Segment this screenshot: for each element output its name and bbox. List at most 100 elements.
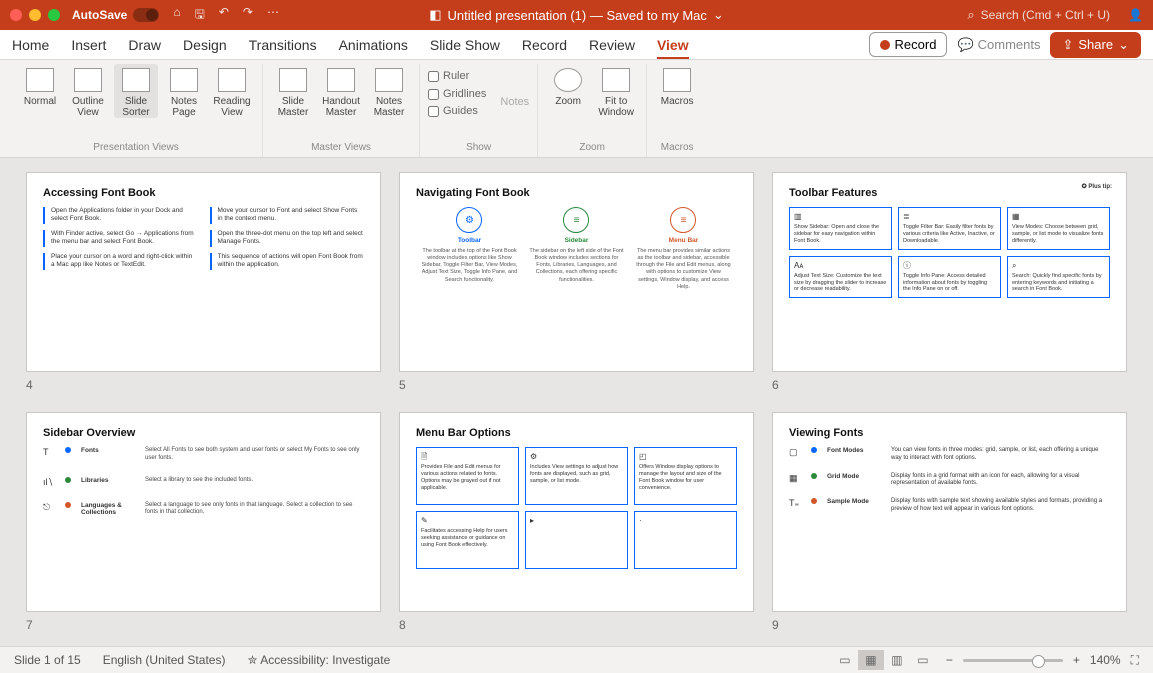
accessibility-status[interactable]: ✮ Accessibility: Investigate <box>247 653 390 667</box>
language[interactable]: English (United States) <box>103 653 226 667</box>
viewing-row: T₌Sample ModeDisplay fonts with sample t… <box>789 498 1110 514</box>
normal-view-button[interactable]: Normal <box>18 64 62 107</box>
slide-thumb-4[interactable]: Accessing Font Book Open the Application… <box>26 172 381 392</box>
document-title[interactable]: ◧ Untitled presentation (1) — Saved to m… <box>429 7 724 23</box>
home-icon[interactable]: ⌂ <box>173 5 180 26</box>
ribbon: Normal Outline View Slide Sorter Notes P… <box>0 60 1153 158</box>
toggle-switch-icon[interactable] <box>133 8 159 22</box>
ruler-checkbox[interactable]: Ruler <box>428 68 486 86</box>
tab-review[interactable]: Review <box>589 37 635 53</box>
zoom-out-button[interactable]: − <box>946 653 953 667</box>
autosave-label: AutoSave <box>72 8 127 22</box>
record-button[interactable]: Record <box>869 32 948 57</box>
search-field[interactable]: ⌕ Search (Cmd + Ctrl + U) <box>967 7 1110 23</box>
slide-thumb-6[interactable]: ✪ Plus tip: Toolbar Features ▥Show Sideb… <box>772 172 1127 392</box>
list-icon: ≡ <box>563 207 589 233</box>
slide-number: 8 <box>399 618 754 632</box>
minimize-window[interactable] <box>29 9 41 21</box>
view-mode-buttons: ▭ ▦ ▥ ▭ <box>832 650 936 670</box>
notes-master-button[interactable]: Notes Master <box>367 64 411 118</box>
gear-icon: ⚙ <box>456 207 482 233</box>
list-item: With Finder active, select Go → Applicat… <box>43 230 198 247</box>
menu-cell: 🗎Provides File and Edit menus for variou… <box>416 447 519 505</box>
more-icon[interactable]: ⋯ <box>267 5 279 26</box>
list-item: Move your cursor to Font and select Show… <box>210 207 365 224</box>
tab-home[interactable]: Home <box>12 37 49 53</box>
redo-icon[interactable]: ↷ <box>243 5 253 26</box>
notes-button[interactable]: Notes <box>500 96 529 108</box>
tab-design[interactable]: Design <box>183 37 227 53</box>
color-dot-icon <box>811 498 817 504</box>
save-icon[interactable]: 🖫 <box>195 5 205 26</box>
chevron-down-icon[interactable]: ⌄ <box>713 7 724 23</box>
row-icon: T₌ <box>789 498 801 509</box>
slide-thumb-8[interactable]: Menu Bar Options 🗎Provides File and Edit… <box>399 412 754 632</box>
cell-icon: ✎ <box>421 516 514 526</box>
feature-icon: ⌕ <box>1012 261 1105 271</box>
maximize-window[interactable] <box>48 9 60 21</box>
share-icon: ⇪ <box>1062 37 1073 53</box>
slideshow-view-icon[interactable]: ▭ <box>910 650 936 670</box>
reading-view-button[interactable]: Reading View <box>210 64 254 118</box>
row-icon: ıl∖ <box>43 477 55 488</box>
menu-cell: · <box>634 511 737 569</box>
slide-sorter-button[interactable]: Slide Sorter <box>114 64 158 118</box>
slide-thumb-9[interactable]: Viewing Fonts ▢Font ModesYou can view fo… <box>772 412 1127 632</box>
menu-cell: ⚙Includes View settings to adjust how fo… <box>525 447 628 505</box>
zoom-button[interactable]: Zoom <box>546 64 590 107</box>
menu-icon: ≡ <box>670 207 696 233</box>
fit-to-window-icon[interactable]: ⛶ <box>1131 653 1139 668</box>
notes-page-button[interactable]: Notes Page <box>162 64 206 118</box>
slide-thumb-7[interactable]: Sidebar Overview TFontsSelect All Fonts … <box>26 412 381 632</box>
slide-count[interactable]: Slide 1 of 15 <box>14 653 81 667</box>
row-label: Languages & Collections <box>81 502 135 516</box>
zoom-in-button[interactable]: + <box>1073 653 1080 667</box>
sorter-view-icon[interactable]: ▦ <box>858 650 884 670</box>
status-bar: Slide 1 of 15 English (United States) ✮ … <box>0 646 1153 673</box>
gridlines-checkbox[interactable]: Gridlines <box>428 86 486 104</box>
tab-view[interactable]: View <box>657 37 689 59</box>
slide-number: 6 <box>772 378 1127 392</box>
macros-button[interactable]: Macros <box>655 64 699 107</box>
plus-tip-label: ✪ Plus tip: <box>1082 183 1112 190</box>
slide-number: 4 <box>26 378 381 392</box>
color-dot-icon <box>811 473 817 479</box>
tab-insert[interactable]: Insert <box>71 37 106 53</box>
zoom-slider[interactable] <box>963 659 1063 662</box>
color-dot-icon <box>65 477 71 483</box>
slide-thumb-5[interactable]: Navigating Font Book ⚙ToolbarThe toolbar… <box>399 172 754 392</box>
tab-record[interactable]: Record <box>522 37 567 53</box>
feature-icon: ▦ <box>1012 212 1105 222</box>
slide-title: Accessing Font Book <box>43 187 364 199</box>
tab-draw[interactable]: Draw <box>128 37 161 53</box>
share-button[interactable]: ⇪Share⌄ <box>1050 32 1141 58</box>
zoom-percent[interactable]: 140% <box>1090 653 1121 667</box>
fit-window-button[interactable]: Fit to Window <box>594 64 638 118</box>
feature-cell: ▥Show Sidebar: Open and close the sideba… <box>789 207 892 250</box>
outline-view-button[interactable]: Outline View <box>66 64 110 118</box>
guides-checkbox[interactable]: Guides <box>428 103 486 121</box>
group-zoom: Zoom Fit to Window Zoom <box>538 64 647 157</box>
tab-transitions[interactable]: Transitions <box>249 37 317 53</box>
feature-icon: Aᴀ <box>794 261 887 271</box>
feature-cell: ▦View Modes: Choose between grid, sample… <box>1007 207 1110 250</box>
slide-master-button[interactable]: Slide Master <box>271 64 315 118</box>
undo-icon[interactable]: ↶ <box>219 5 229 26</box>
feature-cell: ⓘToggle Info Pane: Access detailed infor… <box>898 256 1001 299</box>
accessibility-icon: ✮ <box>247 653 260 667</box>
slide-title: Menu Bar Options <box>416 427 737 439</box>
account-icon[interactable]: 👤 <box>1128 8 1143 22</box>
slide-number: 5 <box>399 378 754 392</box>
tab-animations[interactable]: Animations <box>339 37 408 53</box>
row-text: Select All Fonts to see both system and … <box>145 447 364 463</box>
normal-view-icon[interactable]: ▭ <box>832 650 858 670</box>
comments-button[interactable]: 💬Comments <box>957 37 1040 53</box>
reading-view-icon[interactable]: ▥ <box>884 650 910 670</box>
handout-master-button[interactable]: Handout Master <box>319 64 363 118</box>
tab-slide-show[interactable]: Slide Show <box>430 37 500 53</box>
row-icon: T <box>43 447 55 457</box>
slide-sorter-canvas[interactable]: Accessing Font Book Open the Application… <box>0 158 1153 646</box>
close-window[interactable] <box>10 9 22 21</box>
autosave-toggle[interactable]: AutoSave <box>72 8 159 22</box>
viewing-row: ▢Font ModesYou can view fonts in three m… <box>789 447 1110 463</box>
